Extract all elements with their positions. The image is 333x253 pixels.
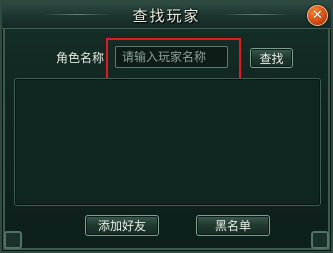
- role-name-label: 角色名称: [56, 51, 105, 65]
- close-icon: ✕: [312, 8, 323, 23]
- blacklist-button[interactable]: 黑名单: [196, 215, 270, 236]
- find-button[interactable]: 查找: [250, 48, 293, 68]
- find-player-window: 查找玩家 ✕ 角色名称 查找 添加好友 黑名单: [0, 0, 333, 253]
- player-name-input[interactable]: [115, 46, 228, 68]
- corner-ornament: [311, 231, 329, 249]
- player-list-panel[interactable]: [14, 78, 321, 206]
- corner-ornament: [4, 231, 22, 249]
- title-bar[interactable]: 查找玩家: [2, 2, 331, 29]
- window-title: 查找玩家: [132, 7, 201, 25]
- add-friend-button[interactable]: 添加好友: [85, 215, 159, 236]
- close-button[interactable]: ✕: [307, 5, 328, 26]
